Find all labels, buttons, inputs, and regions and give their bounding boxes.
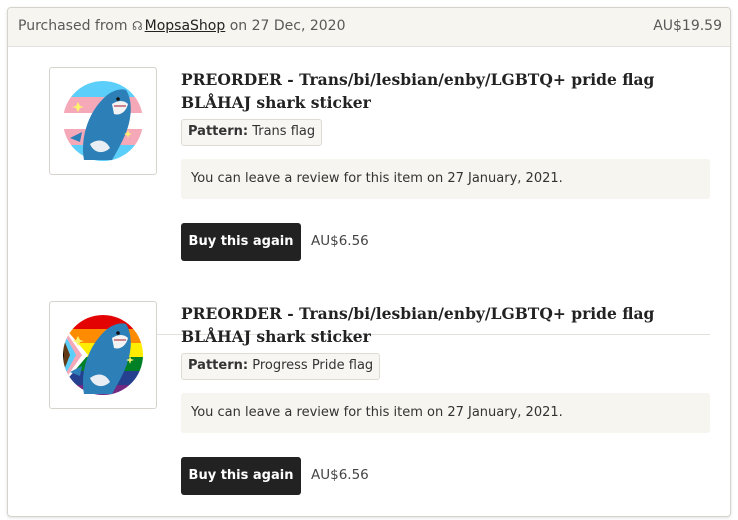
pattern-label: Pattern: — [188, 124, 249, 139]
item-title[interactable]: PREORDER - Trans/bi/lesbian/enby/LGBTQ+ … — [181, 68, 711, 114]
purchase-date: on 27 Dec, 2020 — [229, 18, 346, 34]
pattern-label: Pattern: — [188, 358, 249, 373]
item-title[interactable]: PREORDER - Trans/bi/lesbian/enby/LGBTQ+ … — [181, 302, 711, 348]
buy-again-button[interactable]: Buy this again — [181, 457, 301, 495]
item-thumbnail[interactable] — [49, 301, 157, 409]
item-thumbnail[interactable] — [49, 67, 157, 175]
review-availability-note: You can leave a review for this item on … — [181, 159, 710, 199]
item-price: AU$6.56 — [311, 467, 369, 483]
purchased-from-label: Purchased from — [18, 18, 128, 34]
trans-flag-shark-sticker-image — [63, 81, 143, 161]
shop-link[interactable]: MopsaShop — [145, 18, 226, 34]
pattern-value: Progress Pride flag — [252, 358, 374, 373]
purchase-info: Purchased from ☊ MopsaShop on 27 Dec, 202… — [18, 18, 345, 34]
storefront-icon: ☊ — [131, 19, 143, 33]
order-header: Purchased from ☊ MopsaShop on 27 Dec, 202… — [8, 8, 730, 47]
order-item: PREORDER - Trans/bi/lesbian/enby/LGBTQ+ … — [8, 296, 730, 516]
pattern-variation: Pattern: Progress Pride flag — [181, 353, 381, 380]
progress-pride-flag-shark-sticker-image — [63, 315, 143, 395]
pattern-value: Trans flag — [252, 124, 316, 139]
review-availability-note: You can leave a review for this item on … — [181, 393, 710, 433]
order-card: Purchased from ☊ MopsaShop on 27 Dec, 202… — [7, 7, 731, 517]
pattern-variation: Pattern: Trans flag — [181, 119, 323, 146]
order-item: PREORDER - Trans/bi/lesbian/enby/LGBTQ+ … — [8, 62, 730, 335]
item-price: AU$6.56 — [311, 233, 369, 249]
buy-again-button[interactable]: Buy this again — [181, 223, 301, 261]
order-total: AU$19.59 — [653, 18, 722, 34]
